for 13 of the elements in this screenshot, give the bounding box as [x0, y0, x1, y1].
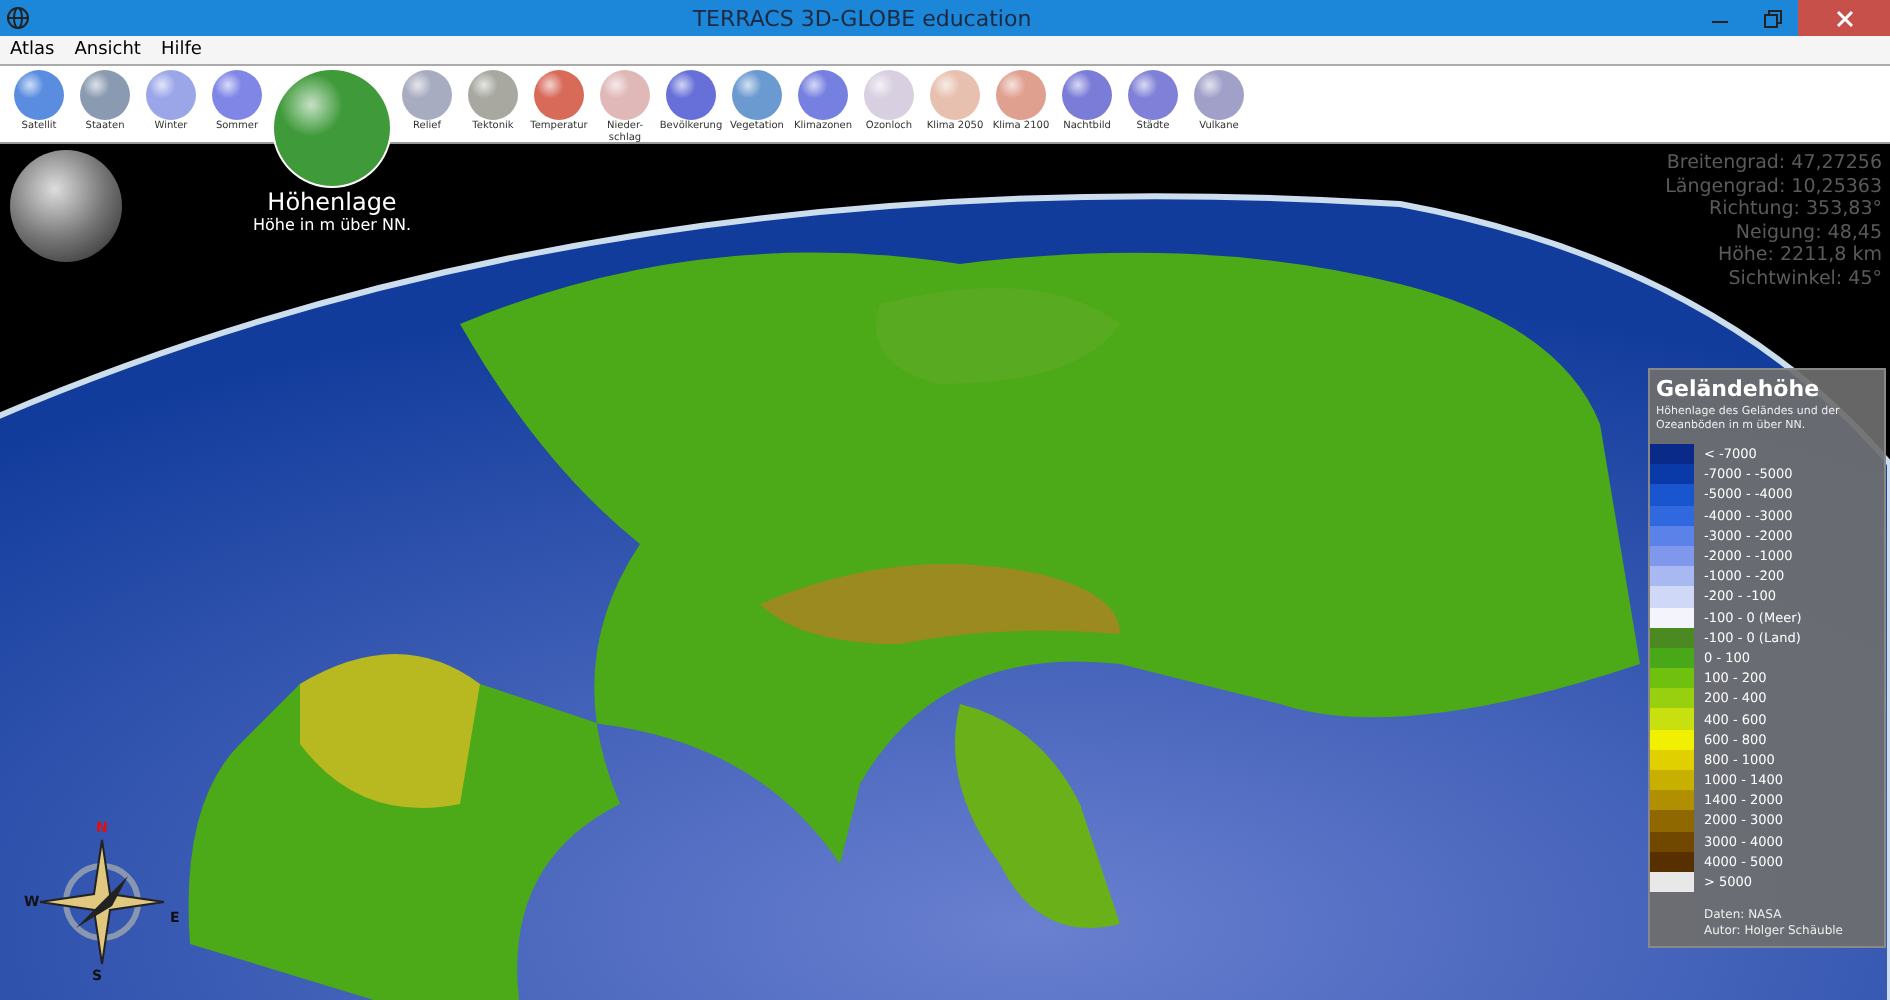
- coordinate-readout: Längengrad: 10,25363: [1665, 175, 1882, 198]
- selected-layer-subtitle: Höhe in m über NN.: [252, 216, 412, 234]
- coordinate-readout: Sichtwinkel: 45°: [1728, 267, 1882, 290]
- menu-item[interactable]: Atlas: [10, 40, 55, 60]
- selected-layer-title: Höhenlage: [267, 188, 397, 216]
- coordinate-readout: Höhe: 2211,8 km: [1717, 244, 1882, 267]
- legend-title: Geländehöhe: [1654, 376, 1822, 402]
- coordinate-readout: Neigung: 48,45: [1735, 221, 1882, 244]
- menu-item[interactable]: Hilfe: [160, 40, 202, 60]
- menu-item[interactable]: Ansicht: [74, 40, 141, 60]
- window-title: TERRACS 3D-GLOBE education: [690, 5, 1034, 31]
- coordinate-readout: Breitengrad: 47,27256: [1666, 152, 1882, 175]
- coordinate-readout: Richtung: 353,83°: [1709, 198, 1882, 221]
